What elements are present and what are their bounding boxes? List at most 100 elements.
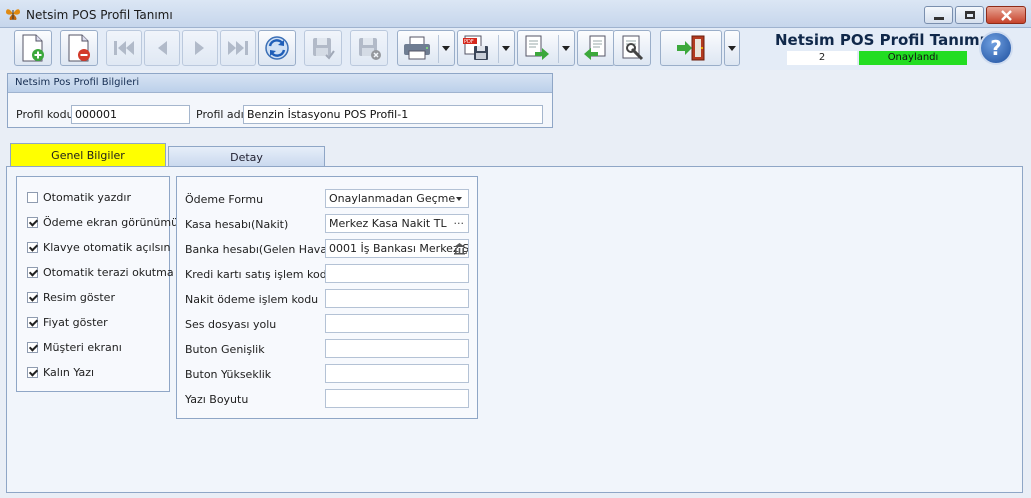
save-close-button[interactable] <box>350 30 388 66</box>
settings-button[interactable] <box>613 30 651 66</box>
option-label: Resim göster <box>43 290 115 304</box>
window-title: Netsim POS Profil Tanımı <box>26 8 173 22</box>
svg-text:PDF: PDF <box>464 39 474 45</box>
print-button[interactable] <box>397 30 455 66</box>
last-icon <box>228 41 248 55</box>
bank-account-lookup[interactable]: 0001 İş Bankası Merkez Şu <box>325 239 469 258</box>
option-label: Otomatik terazi okutma <box>43 265 174 279</box>
bank-icon[interactable] <box>453 242 466 255</box>
page-title: Netsim POS Profil Tanımı <box>775 31 985 49</box>
option-klavye-otomatik[interactable]: Klavye otomatik açılsın <box>27 239 170 255</box>
option-label: Otomatik yazdır <box>43 190 131 204</box>
help-button[interactable]: ? <box>979 31 1013 65</box>
cash-account-value: Merkez Kasa Nakit TL <box>329 217 447 230</box>
chevron-down-icon <box>456 197 462 201</box>
new-record-button[interactable] <box>14 30 52 66</box>
option-kalin-yazi[interactable]: Kalın Yazı <box>27 364 94 380</box>
separator <box>438 35 439 63</box>
settings-fields-group: Ödeme Formu Onaylanmadan Geçme Kasa hesa… <box>176 176 478 419</box>
profile-name-label: Profil adı <box>196 108 244 121</box>
option-fiyat-goster[interactable]: Fiyat göster <box>27 314 108 330</box>
credit-card-code-input[interactable] <box>325 264 469 283</box>
option-label: Ödeme ekran görünümü <box>43 215 179 229</box>
next-icon <box>195 41 204 55</box>
tab-detay[interactable]: Detay <box>168 146 325 167</box>
option-label: Müşteri ekranı <box>43 340 122 354</box>
option-musteri-ekrani[interactable]: Müşteri ekranı <box>27 339 122 355</box>
font-size-input[interactable] <box>325 389 469 408</box>
button-width-label: Buton Genişlik <box>185 343 265 356</box>
save-close-icon <box>359 38 381 60</box>
minimize-button[interactable] <box>924 6 953 24</box>
record-number: 2 <box>787 51 857 65</box>
title-bar: Netsim POS Profil Tanımı <box>0 0 1031 28</box>
cash-payment-code-input[interactable] <box>325 289 469 308</box>
delete-document-icon <box>68 34 90 62</box>
bank-account-value: 0001 İş Bankası Merkez Şu <box>329 242 469 255</box>
checkbox[interactable] <box>27 366 38 378</box>
button-width-input[interactable] <box>325 339 469 358</box>
checkbox[interactable] <box>27 241 38 253</box>
chevron-down-icon[interactable] <box>502 46 510 51</box>
save-icon <box>313 38 335 60</box>
profile-code-input[interactable]: 000001 <box>71 105 190 124</box>
checkbox[interactable] <box>27 316 38 328</box>
checkbox[interactable] <box>27 191 38 203</box>
pdf-save-icon: PDF <box>463 35 488 60</box>
minimize-icon <box>934 17 944 20</box>
first-record-button[interactable] <box>106 30 142 66</box>
previous-record-button[interactable] <box>144 30 180 66</box>
refresh-button[interactable] <box>258 30 296 66</box>
cash-account-lookup[interactable]: Merkez Kasa Nakit TL ··· <box>325 214 469 233</box>
checkbox[interactable] <box>27 341 38 353</box>
exit-door-icon <box>677 35 705 61</box>
profile-code-label: Profil kodu <box>16 108 74 121</box>
exit-button[interactable] <box>660 30 722 66</box>
next-record-button[interactable] <box>182 30 218 66</box>
sound-file-path-input[interactable] <box>325 314 469 333</box>
pdf-export-button[interactable]: PDF <box>457 30 515 66</box>
last-record-button[interactable] <box>220 30 256 66</box>
new-document-icon <box>22 34 44 62</box>
option-label: Klavye otomatik açılsın <box>43 240 171 254</box>
option-otomatik-yazdir[interactable]: Otomatik yazdır <box>27 189 131 205</box>
butterfly-icon <box>6 9 20 20</box>
separator <box>498 35 499 63</box>
help-icon: ? <box>990 36 1002 60</box>
tab-genel-bilgiler[interactable]: Genel Bilgiler <box>10 143 166 167</box>
export-icon <box>525 35 549 60</box>
sound-file-path-label: Ses dosyası yolu <box>185 318 277 331</box>
checkbox[interactable] <box>27 291 38 303</box>
option-otomatik-terazi[interactable]: Otomatik terazi okutma <box>27 264 174 280</box>
delete-record-button[interactable] <box>60 30 98 66</box>
chevron-down-icon[interactable] <box>562 46 570 51</box>
save-button[interactable] <box>304 30 342 66</box>
import-button[interactable] <box>577 30 615 66</box>
option-odeme-ekran-gorunumu[interactable]: Ödeme ekran görünümü <box>27 214 178 230</box>
panel-title: Netsim Pos Profil Bilgileri <box>8 74 552 93</box>
printer-icon <box>404 36 430 60</box>
button-height-label: Buton Yükseklik <box>185 368 272 381</box>
first-icon <box>114 41 134 55</box>
close-icon <box>1001 10 1012 21</box>
chevron-down-icon[interactable] <box>442 46 450 51</box>
export-button[interactable] <box>517 30 575 66</box>
option-label: Fiyat göster <box>43 315 108 329</box>
wrench-icon <box>622 35 644 61</box>
profile-name-input[interactable]: Benzin İstasyonu POS Profil-1 <box>243 105 543 124</box>
bank-account-label: Banka hesabı(Gelen Havale) <box>185 243 342 256</box>
checkbox[interactable] <box>27 266 38 278</box>
option-resim-goster[interactable]: Resim göster <box>27 289 115 305</box>
payment-form-select[interactable]: Onaylanmadan Geçme <box>325 189 469 208</box>
payment-form-label: Ödeme Formu <box>185 193 264 206</box>
maximize-button[interactable] <box>955 6 984 24</box>
close-button[interactable] <box>986 6 1026 24</box>
cash-payment-code-label: Nakit ödeme işlem kodu <box>185 293 319 306</box>
option-label: Kalın Yazı <box>43 365 95 379</box>
refresh-icon <box>265 36 289 60</box>
button-height-input[interactable] <box>325 364 469 383</box>
ellipsis-icon[interactable]: ··· <box>454 215 465 232</box>
exit-options-button[interactable] <box>724 30 740 66</box>
checkbox[interactable] <box>27 216 38 228</box>
options-group: Otomatik yazdır Ödeme ekran görünümü Kla… <box>16 176 178 392</box>
